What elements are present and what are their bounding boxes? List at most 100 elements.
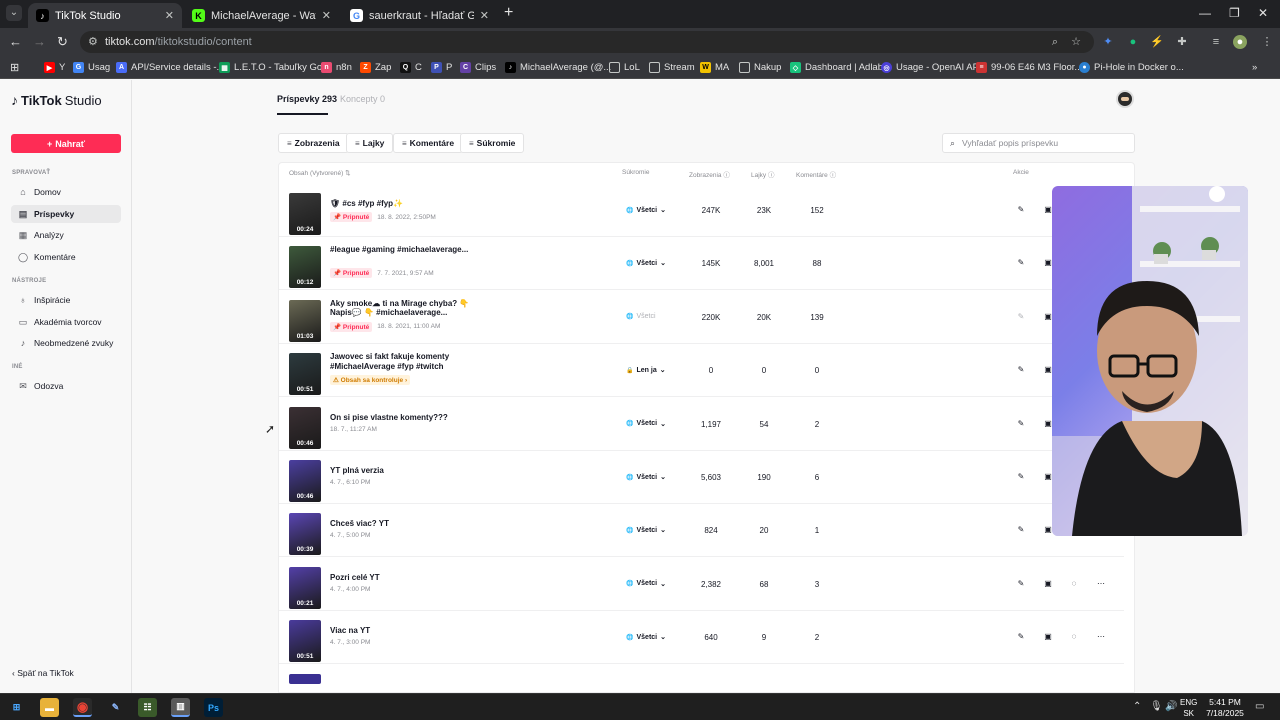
sidebar-item-home[interactable]: ⌂ Domov (11, 183, 121, 201)
privacy-dropdown[interactable]: 🔒 Len ja ⌄ (626, 366, 666, 375)
header-likes[interactable]: Lajky ⓘ (751, 169, 775, 179)
bookmark-12[interactable]: W MA (700, 60, 729, 75)
edit-pencil-icon[interactable]: ✎ (1015, 472, 1027, 481)
edit-pencil-icon[interactable]: ✎ (1015, 258, 1027, 267)
comment-bubble-icon[interactable]: ◌ (1068, 579, 1080, 588)
video-thumbnail[interactable]: 00:51 (289, 620, 321, 663)
bookmark-13[interactable]: Nakup (739, 60, 781, 75)
video-thumbnail[interactable]: 00:46 (289, 406, 321, 449)
table-row[interactable]: 00:51 Viac na YT 4. 7., 3:00 PM 🌐 Všetci… (279, 611, 1124, 665)
video-thumbnail[interactable]: 01:03 (289, 299, 321, 342)
system-clock[interactable]: 5:41 PM 7/18/2025 (1203, 697, 1247, 719)
privacy-dropdown[interactable]: 🌐 Všetci ⌄ (626, 633, 666, 642)
sidebar-item-analytics[interactable]: ▦ Analýzy (11, 226, 121, 244)
keyboard-language[interactable]: ENG SK (1180, 697, 1197, 719)
post-title[interactable]: Aky smoke☁ ti na Mirage chyba? 👇 Napis💬 … (330, 299, 470, 318)
filter-privacy-button[interactable]: ≡ Súkromie (460, 133, 525, 153)
sidebar-item-comments[interactable]: ◯ Komentáre (11, 248, 121, 266)
volume-icon[interactable]: 🔊 (1165, 701, 1177, 712)
close-icon[interactable]: ✕ (322, 9, 331, 22)
sidebar-item-posts[interactable]: ▤ Príspevky (11, 205, 121, 223)
minimize-icon[interactable]: — (1199, 6, 1211, 20)
table-row[interactable]: 00:46 On si pise vlastne komenty??? 18. … (279, 398, 1124, 451)
privacy-dropdown[interactable]: 🌐 Všetci ⌄ (626, 206, 666, 215)
bookmark-5[interactable]: Z Zap (360, 60, 391, 75)
extension-green-icon[interactable]: ● (1126, 35, 1140, 49)
post-title[interactable]: 🛡 #cs #fyp #fyp✨ (330, 199, 470, 209)
tab-kick[interactable]: K MichaelAverage - Watch the VO ✕ (184, 3, 339, 28)
filter-views-button[interactable]: ≡ Zobrazenia (278, 133, 349, 153)
bookmark-14[interactable]: ◇ Dashboard | Adlab (790, 60, 883, 75)
photoshop-icon[interactable]: Ps (204, 698, 223, 717)
app-game-icon[interactable]: ☷ (138, 698, 157, 717)
video-thumbnail[interactable]: 00:46 (289, 460, 321, 502)
post-title[interactable]: Pozri celé YT (330, 573, 470, 583)
table-row[interactable]: 00:51 Jawovec si fakt fakuje komenty #Mi… (279, 344, 1124, 398)
video-thumbnail[interactable]: 00:39 (289, 513, 321, 556)
reload-icon[interactable]: ↻ (57, 34, 68, 50)
file-explorer-icon[interactable]: ▬ (40, 698, 59, 717)
sidebar-item-feedback[interactable]: ✉ Odozva (11, 377, 121, 395)
bookmark-4[interactable]: n n8n (321, 60, 352, 75)
sidebar-item-inspiration[interactable]: ♁ Inšpirácie (11, 291, 121, 309)
header-content[interactable]: Obsah (Vytvorené) ⇅ (289, 169, 351, 177)
user-avatar[interactable] (1116, 90, 1134, 108)
bookmark-10[interactable]: LoL (609, 60, 640, 75)
privacy-dropdown[interactable]: 🌐 Všetci ⌄ (626, 580, 666, 588)
more-options-icon[interactable]: ⋯ (1095, 579, 1107, 588)
site-info-icon[interactable]: ⚙ (88, 35, 98, 48)
table-row[interactable]: 00:21 Pozri celé YT 4. 7., 4:00 PM 🌐 Vše… (279, 558, 1124, 611)
obs-icon[interactable]: ▥ (171, 698, 190, 717)
profile-avatar-icon[interactable]: ● (1233, 35, 1247, 49)
tiktok-studio-logo[interactable]: ♪ TikTok Studio (11, 92, 102, 108)
close-icon[interactable]: ✕ (480, 9, 489, 22)
chrome-icon[interactable]: ◉ (73, 698, 92, 717)
apps-grid-icon[interactable]: ⊞ (10, 60, 19, 75)
bookmark-0[interactable]: ▶ Y (44, 60, 65, 75)
post-title[interactable]: YT plná verzia (330, 466, 470, 476)
close-icon[interactable]: ✕ (165, 9, 174, 22)
post-title[interactable]: #league #gaming #michaelaverage... (330, 245, 470, 255)
edit-pencil-icon[interactable]: ✎ (1015, 525, 1027, 534)
extension-red-icon[interactable]: ⚡ (1150, 35, 1164, 49)
tab-google-search[interactable]: G sauerkraut - Hľadať Googlom ✕ (342, 3, 497, 28)
privacy-dropdown[interactable]: 🌐 Všetci ⌄ (626, 473, 666, 482)
table-row[interactable]: 00:24 🛡 #cs #fyp #fyp✨ 📌 Pripnuté 18. 8. … (279, 184, 1124, 237)
privacy-dropdown[interactable]: 🌐 Všetci ⌄ (626, 420, 666, 428)
tray-chevron-up-icon[interactable]: ⌃ (1133, 701, 1141, 712)
bookmark-6[interactable]: QC (400, 60, 422, 75)
edit-pencil-icon[interactable]: ✎ (1015, 365, 1027, 374)
reading-list-icon[interactable]: ≡ (1209, 35, 1223, 49)
back-to-tiktok-link[interactable]: ‹ Späť na TikTok (12, 668, 74, 678)
bookmark-16[interactable]: ≡ 99-06 E46 M3 Floor... (976, 60, 1082, 75)
more-options-icon[interactable]: ⋯ (1095, 632, 1107, 641)
analytics-chart-icon[interactable]: ▣ (1042, 579, 1054, 588)
analytics-chart-icon[interactable]: ▣ (1042, 632, 1054, 641)
windows-start-icon[interactable]: ⊞ (7, 698, 26, 717)
zoom-icon[interactable]: ⌕ (1048, 35, 1062, 49)
bookmark-15[interactable]: ◎ Usage - OpenAI API (881, 60, 982, 75)
search-input[interactable] (962, 138, 1123, 148)
tab-posts[interactable]: Príspevky 293 (277, 94, 337, 104)
back-arrow-icon[interactable]: ← (9, 34, 22, 49)
notepad-icon[interactable]: ✎ (106, 698, 125, 717)
table-row[interactable]: 01:03 Aky smoke☁ ti na Mirage chyba? 👇 N… (279, 291, 1124, 344)
address-bar[interactable]: ⚙ tiktok.com/tiktokstudio/content ⌕ ☆ (80, 31, 1094, 53)
video-thumbnail[interactable]: 00:24 (289, 193, 321, 235)
post-title[interactable]: Viac na YT (330, 626, 470, 636)
table-row[interactable]: 00:12 #league #gaming #michaelaverage...… (279, 237, 1124, 291)
bookmark-star-icon[interactable]: ☆ (1069, 35, 1083, 49)
post-title[interactable]: Chceš viac? YT (330, 519, 470, 529)
edit-pencil-icon[interactable]: ✎ (1015, 579, 1027, 588)
extension-multicolor-icon[interactable]: ✦ (1101, 35, 1115, 49)
header-views[interactable]: Zobrazenia ⓘ (689, 169, 730, 179)
post-title[interactable]: On si pise vlastne komenty??? (330, 413, 470, 423)
privacy-dropdown[interactable]: 🌐 Všetci ⌄ (626, 526, 666, 535)
filter-likes-button[interactable]: ≡ Lajky (346, 133, 394, 153)
edit-pencil-icon[interactable]: ✎ (1015, 312, 1027, 321)
under-review-badge[interactable]: ⚠ Obsah sa kontroluje › (330, 375, 411, 386)
bookmark-2[interactable]: A API/Service details -... (116, 60, 224, 75)
restore-icon[interactable]: ❐ (1229, 6, 1240, 20)
edit-pencil-icon[interactable]: ✎ (1015, 419, 1027, 428)
sidebar-item-sounds[interactable]: ♪ Neobmedzené zvuky (11, 334, 121, 352)
